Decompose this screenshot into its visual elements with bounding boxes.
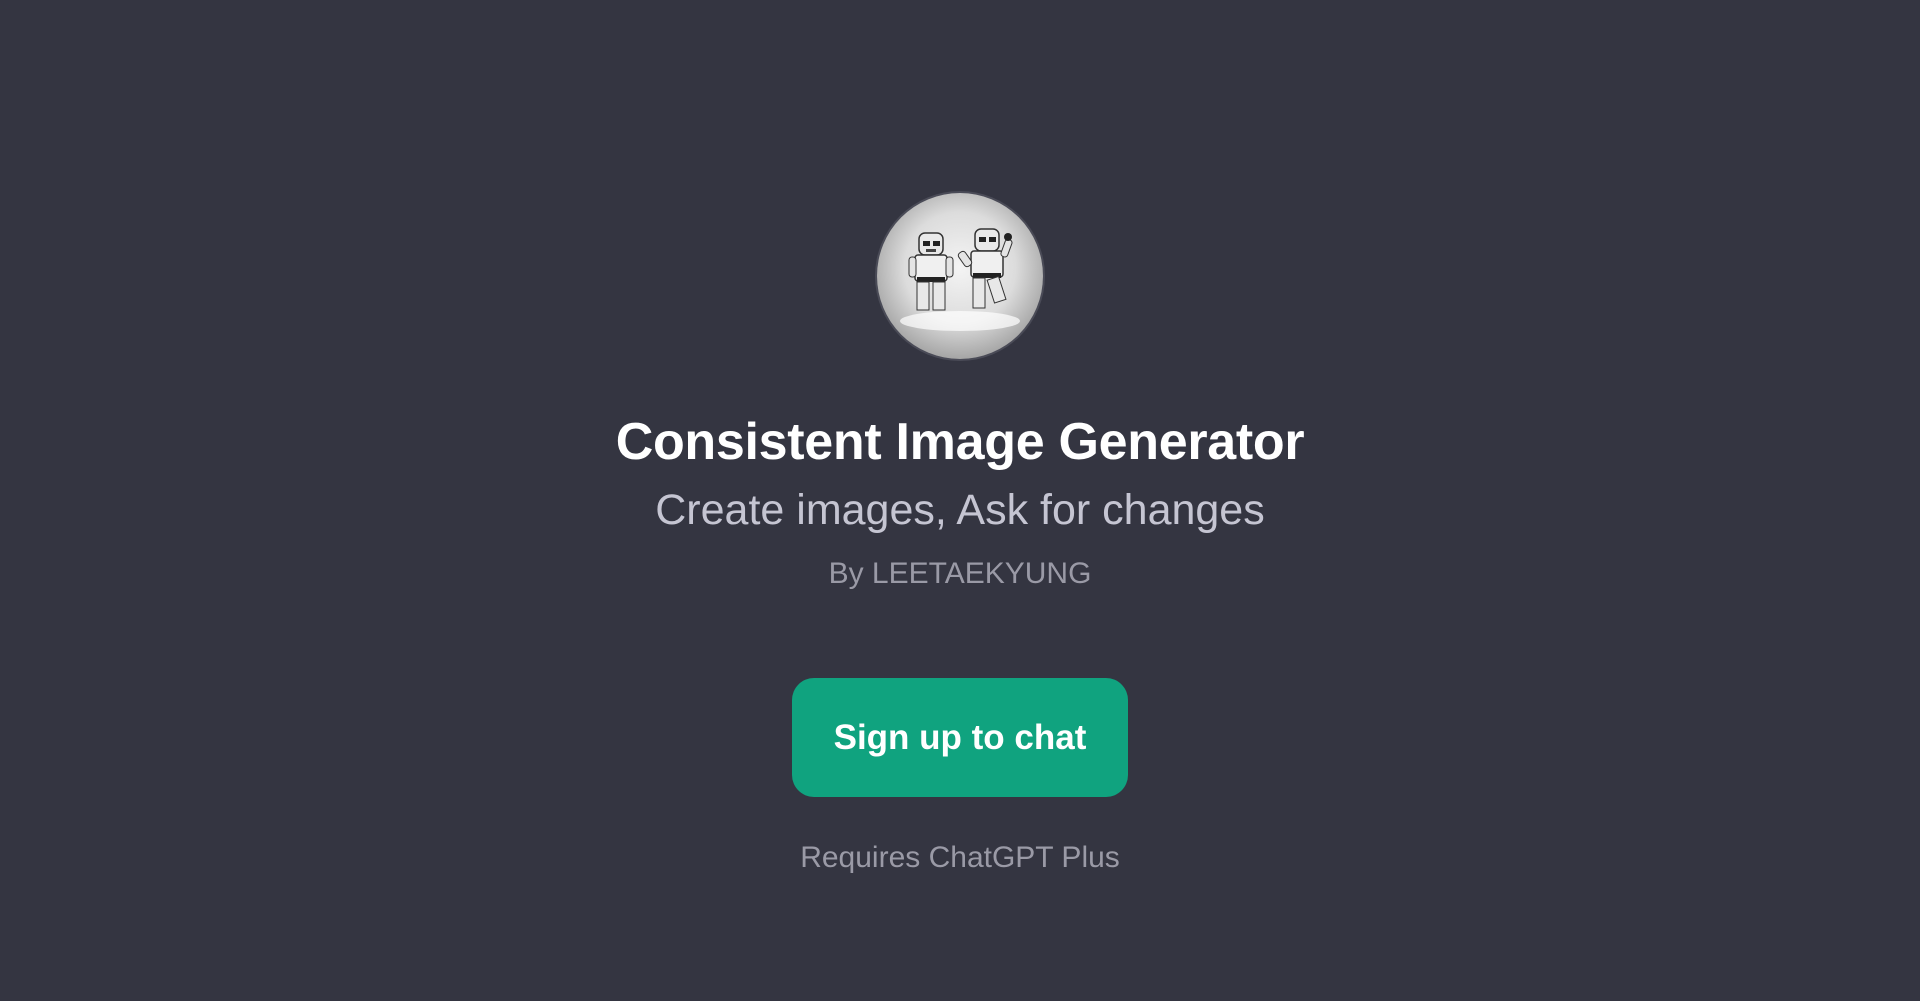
plan-requirement-note: Requires ChatGPT Plus [800, 841, 1120, 874]
gpt-avatar [877, 193, 1043, 359]
gpt-author: By LEETAEKYUNG [828, 557, 1092, 590]
gpt-description: Create images, Ask for changes [655, 486, 1265, 534]
sign-up-to-chat-button[interactable]: Sign up to chat [792, 678, 1128, 797]
stormtrooper-minifigures-icon [900, 228, 1020, 331]
gpt-landing: Consistent Image Generator Create images… [0, 0, 1920, 1001]
gpt-title: Consistent Image Generator [615, 413, 1305, 471]
